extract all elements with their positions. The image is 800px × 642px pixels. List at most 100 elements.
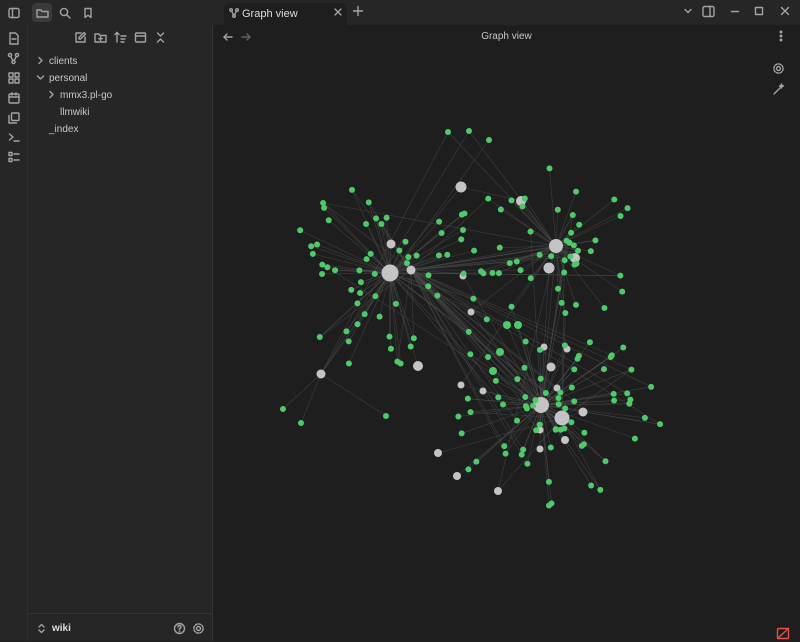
graph-hub-node[interactable] [317, 370, 326, 379]
tree-file-index[interactable]: _index [49, 124, 78, 135]
graph-hub-node[interactable] [453, 472, 461, 480]
graph-note-node[interactable] [609, 352, 615, 358]
graph-note-node[interactable] [555, 286, 561, 292]
graph-note-node[interactable] [518, 267, 524, 273]
minimize-icon[interactable] [729, 5, 741, 17]
graph-note-node[interactable] [547, 165, 553, 171]
graph-note-node[interactable] [436, 252, 442, 258]
graph-note-node[interactable] [459, 430, 465, 436]
help-icon[interactable] [173, 622, 186, 635]
graph-note-node[interactable] [461, 271, 467, 277]
graph-note-node[interactable] [571, 242, 577, 248]
graph-note-node[interactable] [493, 378, 499, 384]
new-tab-icon[interactable] [352, 5, 364, 17]
graph-note-node[interactable] [366, 199, 372, 205]
graph-node[interactable] [468, 309, 475, 316]
graph-note-node[interactable] [393, 301, 399, 307]
graph-note-node[interactable] [642, 415, 648, 421]
graph-note-node[interactable] [548, 444, 554, 450]
graph-note-node[interactable] [569, 384, 575, 390]
graph-note-node[interactable] [470, 296, 476, 302]
graph-note-node[interactable] [445, 129, 451, 135]
sidebar-toggle-icon[interactable] [4, 3, 24, 22]
graph-note-node[interactable] [601, 366, 607, 372]
graph-note-node[interactable] [319, 262, 325, 268]
graph-note-node[interactable] [626, 401, 632, 407]
graph-note-node[interactable] [528, 229, 534, 235]
graph-note-node[interactable] [383, 413, 389, 419]
graph-settings-icon[interactable] [772, 62, 785, 75]
open-quick-switcher-icon[interactable] [6, 31, 21, 46]
graph-note-node[interactable] [368, 251, 374, 257]
graph-note-node[interactable] [519, 452, 525, 458]
graph-note-node[interactable] [356, 267, 362, 273]
graph-note-node[interactable] [378, 221, 384, 227]
graph-note-node[interactable] [503, 451, 509, 457]
graph-note-node[interactable] [568, 230, 574, 236]
graph-note-node[interactable] [528, 275, 534, 281]
graph-note-node[interactable] [524, 461, 530, 467]
graph-note-node[interactable] [514, 321, 522, 329]
sort-icon[interactable] [114, 31, 127, 44]
graph-note-node[interactable] [561, 270, 567, 276]
tree-folder-clients[interactable]: clients [49, 56, 77, 67]
graph-note-node[interactable] [411, 335, 417, 341]
graph-note-node[interactable] [514, 376, 520, 382]
graph-note-node[interactable] [495, 394, 501, 400]
graph-note-node[interactable] [471, 248, 477, 254]
graph-note-node[interactable] [587, 339, 593, 345]
graph-note-node[interactable] [414, 253, 420, 259]
graph-canvas[interactable] [213, 25, 800, 641]
close-window-icon[interactable] [779, 5, 791, 17]
sidebar-right-icon[interactable] [702, 5, 715, 18]
graph-note-node[interactable] [648, 384, 654, 390]
new-folder-icon[interactable] [94, 31, 107, 44]
settings-icon[interactable] [192, 622, 205, 635]
graph-note-node[interactable] [507, 260, 513, 266]
graph-note-node[interactable] [425, 283, 431, 289]
graph-note-node[interactable] [628, 367, 634, 373]
graph-note-node[interactable] [436, 219, 442, 225]
tree-folder-personal[interactable]: personal [49, 73, 87, 84]
graph-note-node[interactable] [543, 390, 549, 396]
graph-note-node[interactable] [484, 316, 490, 322]
graph-note-node[interactable] [619, 289, 625, 295]
graph-note-node[interactable] [355, 321, 361, 327]
graph-note-node[interactable] [357, 290, 363, 296]
search-icon[interactable] [55, 3, 75, 22]
graph-note-node[interactable] [280, 406, 286, 412]
graph-note-node[interactable] [486, 137, 492, 143]
graph-note-node[interactable] [466, 329, 472, 335]
graph-note-node[interactable] [310, 251, 316, 257]
auto-reveal-icon[interactable] [134, 31, 147, 44]
graph-hub-node[interactable] [544, 263, 555, 274]
graph-note-node[interactable] [571, 366, 577, 372]
graph-note-node[interactable] [559, 300, 565, 306]
graph-note-node[interactable] [522, 394, 528, 400]
graph-note-node[interactable] [467, 351, 473, 357]
canvas-icon[interactable] [6, 70, 21, 85]
graph-note-node[interactable] [657, 421, 663, 427]
graph-note-node[interactable] [564, 238, 570, 244]
graph-note-node[interactable] [458, 236, 464, 242]
graph-note-node[interactable] [538, 376, 544, 382]
graph-note-node[interactable] [537, 252, 543, 258]
graph-hub-node[interactable] [555, 411, 570, 426]
tab-graph-view[interactable]: Graph view [224, 3, 347, 25]
graph-note-node[interactable] [444, 252, 450, 258]
graph-note-node[interactable] [620, 345, 626, 351]
tree-folder-mmx3[interactable]: mmx3.pl-go [60, 90, 112, 101]
graph-note-node[interactable] [465, 466, 471, 472]
graph-note-node[interactable] [533, 427, 539, 433]
graph-note-node[interactable] [319, 271, 325, 277]
graph-note-node[interactable] [570, 212, 576, 218]
graph-note-node[interactable] [568, 419, 574, 425]
graph-note-node[interactable] [394, 359, 400, 365]
graph-note-node[interactable] [514, 259, 520, 265]
graph-note-node[interactable] [573, 261, 579, 267]
graph-hub-node[interactable] [407, 266, 416, 275]
graph-note-node[interactable] [592, 237, 598, 243]
graph-note-node[interactable] [576, 222, 582, 228]
graph-note-node[interactable] [546, 503, 552, 509]
graph-note-node[interactable] [514, 418, 520, 424]
